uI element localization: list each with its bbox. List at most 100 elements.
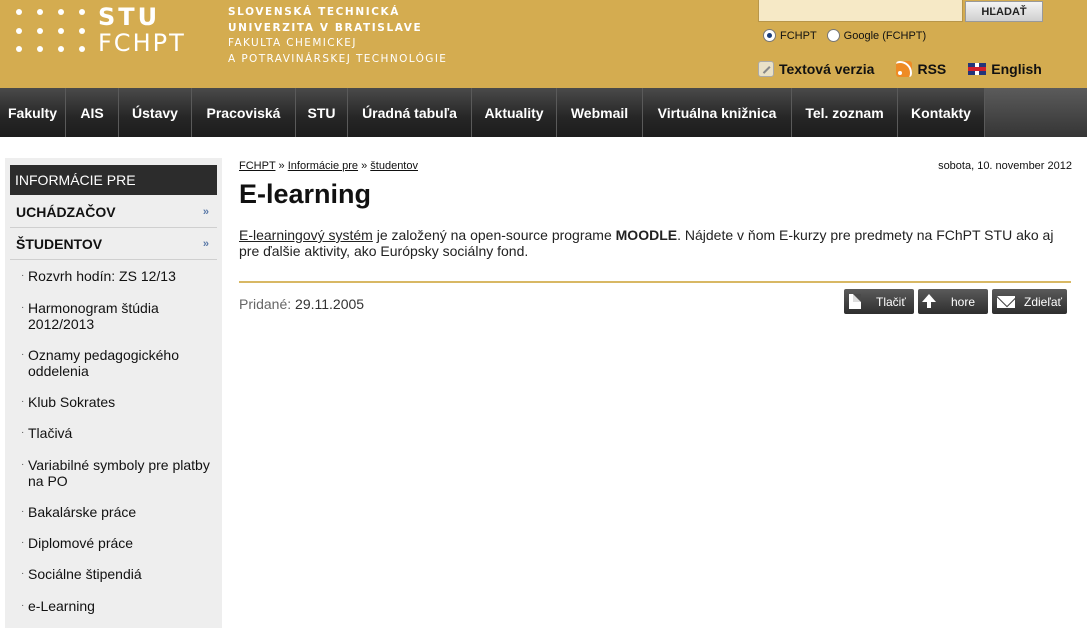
rss-link[interactable]: RSS xyxy=(896,61,946,77)
sidebar-category-label: ŠTUDENTOV xyxy=(16,236,103,252)
sidebar-item-socialne-stipendia[interactable]: · Sociálne štipendiá xyxy=(21,566,213,582)
breadcrumb-studentov[interactable]: študentov xyxy=(370,160,418,172)
sidebar-item-label: Rozvrh hodín: ZS 12/13 xyxy=(28,268,176,284)
sidebar-item-label: Harmonogram štúdia 2012/2013 xyxy=(28,300,159,332)
sidebar-category-studentov[interactable]: ŠTUDENTOV » xyxy=(10,229,217,260)
added-date: Pridané: 29.11.2005 xyxy=(239,296,364,312)
top-label: hore xyxy=(951,294,976,309)
sidebar-heading: INFORMÁCIE PRE xyxy=(10,165,217,195)
nav-item-tel-zoznam[interactable]: Tel. zoznam xyxy=(792,88,898,137)
sidebar-category-uchadzacov[interactable]: UCHÁDZAČOV » xyxy=(10,197,217,228)
radio-unchecked-icon xyxy=(826,29,840,42)
logo-dots-icon[interactable] xyxy=(16,9,86,54)
text-version-link[interactable]: Textová verzia xyxy=(758,61,874,77)
sidebar-item-tlaciva[interactable]: · Tlačivá xyxy=(21,425,213,441)
logo-line-1: STU xyxy=(98,3,161,31)
radio-fchpt[interactable]: FCHPT xyxy=(763,29,817,42)
document-icon xyxy=(844,289,866,314)
nav-item-ais[interactable]: AIS xyxy=(66,88,119,137)
sidebar-item-harmonogram[interactable]: · Harmonogram štúdia 2012/2013 xyxy=(21,300,213,332)
nav-item-fakulty[interactable]: Fakulty xyxy=(0,88,66,137)
sidebar-item-rozvrh[interactable]: · Rozvrh hodín: ZS 12/13 xyxy=(21,268,213,284)
nav-filler xyxy=(985,88,1087,137)
print-label: Tlačiť xyxy=(876,294,906,309)
share-button[interactable]: Zdieľať xyxy=(992,289,1067,314)
nav-item-webmail[interactable]: Webmail xyxy=(557,88,643,137)
radio-google[interactable]: Google (FCHPT) xyxy=(826,29,927,42)
school-line-2: UNIVERZITA V BRATISLAVE xyxy=(228,21,423,34)
nav-item-kontakty[interactable]: Kontakty xyxy=(898,88,985,137)
radio-checked-icon xyxy=(763,29,776,42)
nav-item-ustavy[interactable]: Ústavy xyxy=(119,88,192,137)
breadcrumb: FCHPT » Informácie pre » študentov xyxy=(239,160,418,172)
breadcrumb-fchpt[interactable]: FCHPT xyxy=(239,160,275,172)
english-label: English xyxy=(991,61,1042,77)
main-nav: Fakulty AIS Ústavy Pracoviská STU Úradná… xyxy=(0,88,1087,137)
english-link[interactable]: English xyxy=(968,61,1042,77)
body-bold-moodle: MOODLE xyxy=(615,227,678,243)
print-button[interactable]: Tlačiť xyxy=(844,289,914,314)
sidebar-item-oznamy[interactable]: · Oznamy pedagogického oddelenia xyxy=(21,347,213,379)
nav-item-uradna-tabula[interactable]: Úradná tabuľa xyxy=(348,88,472,137)
uk-flag-icon xyxy=(968,63,987,75)
sidebar-item-label: Bakalárske práce xyxy=(28,504,137,520)
sidebar-item-label: Klub Sokrates xyxy=(28,394,116,410)
sidebar-item-label: Tlačivá xyxy=(28,425,73,441)
logo-line-2: FCHPT xyxy=(98,29,186,57)
nav-item-pracoviska[interactable]: Pracoviská xyxy=(192,88,296,137)
school-line-3: FAKULTA CHEMICKEJ xyxy=(228,37,357,49)
bullet-icon: · xyxy=(21,600,25,611)
school-line-1: SLOVENSKÁ TECHNICKÁ xyxy=(228,6,400,18)
added-label: Pridané: xyxy=(239,296,292,312)
radio-label: FCHPT xyxy=(780,29,817,42)
article-body: E-learningový systém je založený na open… xyxy=(239,227,1069,259)
sidebar-item-label: e-Learning xyxy=(28,598,95,614)
rss-icon xyxy=(896,61,913,77)
sidebar-item-klub-sokrates[interactable]: · Klub Sokrates xyxy=(21,394,213,410)
envelope-icon xyxy=(992,289,1020,314)
nav-item-virtualna-kniznica[interactable]: Virtuálna knižnica xyxy=(643,88,792,137)
sidebar-item-variabilne-symboly[interactable]: · Variabilné symboly pre platby na PO xyxy=(21,457,213,489)
top-links: Textová verzia RSS English xyxy=(758,61,1064,77)
arrow-up-icon xyxy=(918,289,940,314)
radio-label: Google (FCHPT) xyxy=(843,29,927,42)
breadcrumb-separator: » xyxy=(361,160,368,172)
text-version-icon xyxy=(758,61,774,77)
sidebar-item-label: Variabilné symboly pre platby na PO xyxy=(28,457,210,489)
bullet-icon: · xyxy=(21,427,25,438)
sidebar-item-label: Oznamy pedagogického oddelenia xyxy=(28,347,179,379)
share-label: Zdieľať xyxy=(1024,294,1063,309)
bullet-icon: · xyxy=(21,302,25,313)
search-input[interactable] xyxy=(758,0,963,22)
sidebar-item-label: Diplomové práce xyxy=(28,535,134,551)
sidebar-item-diplomove-prace[interactable]: · Diplomové práce xyxy=(21,535,213,551)
sidebar: INFORMÁCIE PRE UCHÁDZAČOV » ŠTUDENTOV » … xyxy=(5,158,222,628)
e-learning-system-link[interactable]: E-learningový systém xyxy=(239,227,373,243)
site-header: STU FCHPT SLOVENSKÁ TECHNICKÁ UNIVERZITA… xyxy=(0,0,1087,88)
double-chevron-right-icon: » xyxy=(202,206,209,218)
sidebar-item-bakalarske-prace[interactable]: · Bakalárske práce xyxy=(21,504,213,520)
rss-label: RSS xyxy=(917,61,947,77)
bullet-icon: · xyxy=(21,537,25,548)
bullet-icon: · xyxy=(21,396,25,407)
divider xyxy=(239,281,1071,283)
text-version-label: Textová verzia xyxy=(779,61,875,77)
search-button[interactable]: HĽADAŤ xyxy=(965,1,1043,22)
sidebar-item-label: Sociálne štipendiá xyxy=(28,566,142,582)
page-title: E-learning xyxy=(239,179,372,209)
body-text-1: je založený na open-source programe xyxy=(372,227,616,243)
top-button[interactable]: hore xyxy=(918,289,988,314)
breadcrumb-separator: » xyxy=(278,160,285,172)
nav-item-aktuality[interactable]: Aktuality xyxy=(472,88,557,137)
school-name: SLOVENSKÁ TECHNICKÁ UNIVERZITA V BRATISL… xyxy=(228,5,447,67)
bullet-icon: · xyxy=(21,459,25,470)
bullet-icon: · xyxy=(21,568,25,579)
sidebar-item-e-learning[interactable]: · e-Learning xyxy=(21,598,213,614)
bullet-icon: · xyxy=(21,349,25,360)
bullet-icon: · xyxy=(21,506,25,517)
double-chevron-right-icon: » xyxy=(202,238,209,250)
nav-item-stu[interactable]: STU xyxy=(296,88,348,137)
added-value: 29.11.2005 xyxy=(295,296,365,312)
breadcrumb-informacie-pre[interactable]: Informácie pre xyxy=(288,160,358,172)
logo-text[interactable]: STU FCHPT xyxy=(98,4,186,56)
